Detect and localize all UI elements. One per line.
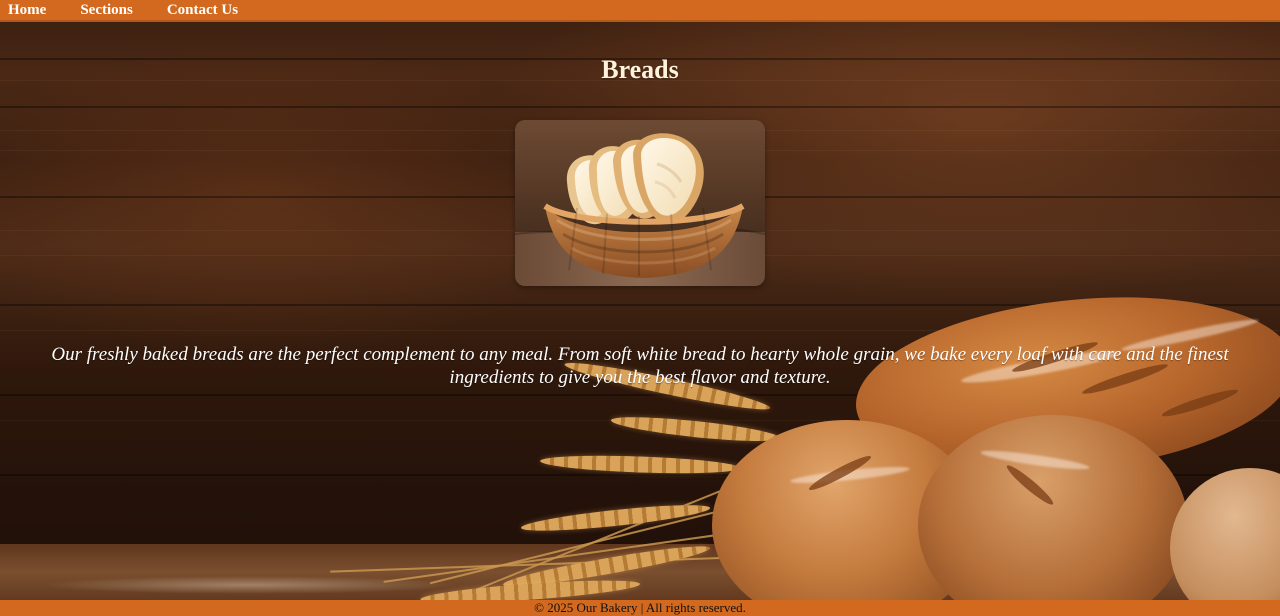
bread-basket-image [515, 120, 765, 286]
bread-basket-illustration [515, 120, 765, 286]
nav-contact-link[interactable]: Contact Us [167, 0, 238, 20]
background-image [0, 0, 1280, 616]
top-navigation: Home Sections Contact Us [0, 0, 1280, 22]
footer: © 2025 Our Bakery | All rights reserved. [0, 600, 1280, 616]
bread-loaf [1170, 468, 1280, 616]
nav-sections-link[interactable]: Sections [80, 0, 133, 20]
page-description: Our freshly baked breads are the perfect… [51, 344, 1229, 388]
nav-home-link[interactable]: Home [8, 0, 46, 20]
footer-copyright: © 2025 Our Bakery | All rights reserved. [534, 600, 746, 615]
page-title: Breads [601, 55, 679, 84]
